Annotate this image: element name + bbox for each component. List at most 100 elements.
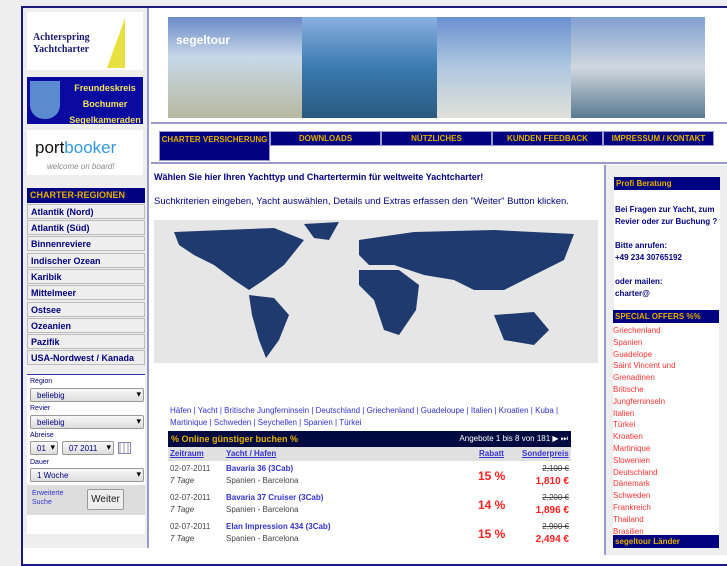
country-link[interactable]: Britische Jungferninseln: [224, 406, 309, 415]
region-link[interactable]: Ostsee: [27, 302, 145, 317]
region-link[interactable]: Atlantik (Nord): [27, 204, 145, 219]
special-offer-link[interactable]: Kroatien: [613, 431, 719, 443]
laender-title: segeltour Länder: [613, 535, 719, 548]
last-page-icon[interactable]: ⏭: [561, 434, 568, 443]
nav-nuetzliches[interactable]: NÜTZLICHES: [381, 131, 492, 146]
special-offer-link[interactable]: Frankreich: [613, 502, 719, 514]
table-row[interactable]: 02-07-2011 7 Tage Elan Impression 434 (3…: [168, 519, 571, 548]
row-yacht-link[interactable]: Elan Impression 434 (3Cab): [226, 522, 330, 531]
achterspring-logo[interactable]: Achterspring Yachtcharter: [27, 12, 143, 70]
content: Wählen Sie hier Ihren Yachttyp und Chart…: [154, 172, 600, 363]
region-link[interactable]: Binnenreviere: [27, 236, 145, 251]
special-offer-link[interactable]: Grenadinen: [613, 372, 719, 384]
world-map[interactable]: [154, 220, 598, 363]
region-link[interactable]: Ozeanien: [27, 318, 145, 333]
country-link[interactable]: Häfen: [170, 406, 191, 415]
portbooker-logo[interactable]: portbooker welcome on board!: [27, 130, 143, 175]
special-offer-link[interactable]: Deutschland: [613, 467, 719, 479]
nav-downloads[interactable]: DOWNLOADS: [270, 131, 381, 146]
special-offer-link[interactable]: Dänemark: [613, 478, 719, 490]
special-offer-link[interactable]: Thailand: [613, 514, 719, 526]
paging-text: Angebote 1 bis 8 von 181: [459, 434, 551, 443]
revier-select[interactable]: beliebig: [30, 415, 144, 429]
country-link[interactable]: Türkei: [339, 418, 361, 427]
region-link[interactable]: Indischer Ozean: [27, 253, 145, 268]
country-link[interactable]: Kuba: [535, 406, 554, 415]
country-link[interactable]: Spanien: [303, 418, 332, 427]
region-link[interactable]: Karibik: [27, 269, 145, 284]
region-label: Region: [30, 378, 53, 385]
day-select[interactable]: 01: [30, 441, 58, 455]
row-old-price: 2,200 €: [542, 493, 569, 502]
country-link[interactable]: Kroatien: [499, 406, 529, 415]
row-yacht-link[interactable]: Bavaria 37 Cruiser (3Cab): [226, 493, 323, 502]
freundeskreis-logo[interactable]: Freundeskreis Bochumer Segelkameraden: [27, 77, 143, 125]
col-zeitraum[interactable]: Zeitraum: [170, 449, 204, 458]
advanced-search-link[interactable]: Erweiterte Suche: [32, 489, 64, 507]
country-link[interactable]: Deutschland: [316, 406, 360, 415]
special-offer-link[interactable]: Slowenien: [613, 455, 719, 467]
dauer-label: Dauer: [30, 459, 50, 466]
row-price: 1,896 €: [535, 505, 569, 516]
region-link[interactable]: Mittelmeer: [27, 285, 145, 300]
dauer-select[interactable]: 1 Woche: [30, 468, 144, 482]
special-offer-link[interactable]: Guadelope: [613, 349, 719, 361]
special-offer-link[interactable]: Italien: [613, 408, 719, 420]
weiter-button[interactable]: Weiter: [87, 489, 124, 510]
offers-table-header: % Online günstiger buchen % Angebote 1 b…: [168, 431, 571, 447]
row-duration: 7 Tage: [170, 505, 195, 514]
country-link[interactable]: Guadeloupe: [421, 406, 465, 415]
special-offer-link[interactable]: Spanien: [613, 337, 719, 349]
special-offers-box: SPECIAL OFFERS %% Griechenland Spanien Gua…: [613, 310, 719, 540]
special-offer-link[interactable]: Türkei: [613, 419, 719, 431]
row-price: 2,494 €: [535, 534, 569, 545]
email-link[interactable]: charter@: [615, 288, 719, 300]
region-link[interactable]: USA-Nordwest / Kanada: [27, 350, 145, 365]
offers-table-title: % Online günstiger buchen %: [171, 434, 299, 444]
offers-table: % Online günstiger buchen % Angebote 1 b…: [168, 431, 571, 548]
table-row[interactable]: 02-07-2011 7 Tage Bavaria 36 (3Cab) Span…: [168, 461, 571, 490]
search-form: Region beliebig Revier beliebig Abreise …: [27, 374, 145, 534]
special-offer-link[interactable]: Griechenland: [613, 325, 719, 337]
row-port: Spanien - Barcelona: [226, 476, 299, 485]
country-link[interactable]: Martinique: [170, 418, 207, 427]
country-link[interactable]: Yacht: [198, 406, 218, 415]
col-rabatt[interactable]: Rabatt: [479, 449, 504, 458]
country-link[interactable]: Griechenland: [367, 406, 415, 415]
col-sonderpreis[interactable]: Sonderpreis: [522, 449, 569, 458]
special-offer-link[interactable]: Schweden: [613, 490, 719, 502]
nav-charter-versicherung[interactable]: CHARTER VERSICHERUNG: [159, 131, 270, 161]
special-offer-link[interactable]: Martinique: [613, 443, 719, 455]
nav-impressum-kontakt[interactable]: IMPRESSUM / KONTAKT: [603, 131, 714, 146]
special-offer-link[interactable]: Jungferninseln: [613, 396, 719, 408]
next-page-icon[interactable]: ▶: [552, 434, 558, 443]
region-select[interactable]: beliebig: [30, 388, 144, 402]
month-select[interactable]: 07 2011: [62, 441, 114, 455]
col-yacht[interactable]: Yacht / Hafen: [226, 449, 276, 458]
table-row[interactable]: 02-07-2011 7 Tage Bavaria 37 Cruiser (3C…: [168, 490, 571, 519]
top-nav: CHARTER VERSICHERUNG DOWNLOADS NÜTZLICHE…: [151, 122, 727, 164]
charter-regionen-heading: CHARTER-REGIONEN: [27, 188, 145, 203]
beratung-box: Profi Beratung Bei Fragen zur Yacht, zum…: [614, 177, 720, 310]
calendar-icon[interactable]: [118, 442, 131, 454]
special-offer-link[interactable]: Saint Vincent und: [613, 360, 719, 372]
row-discount: 14 %: [478, 498, 506, 512]
row-yacht-link[interactable]: Bavaria 36 (3Cab): [226, 464, 293, 473]
row-date: 02-07-2011: [170, 464, 211, 473]
country-link[interactable]: Schweden: [214, 418, 251, 427]
nav-kunden-feedback[interactable]: KUNDEN FEEDBACK: [492, 131, 603, 146]
country-link[interactable]: Italien: [471, 406, 492, 415]
country-links: Häfen | Yacht | Britische Jungferninseln…: [170, 405, 570, 429]
row-date: 02-07-2011: [170, 493, 211, 502]
row-old-price: 2,100 €: [542, 464, 569, 473]
mail-label: oder mailen:: [615, 277, 663, 286]
special-offer-link[interactable]: Britische: [613, 384, 719, 396]
region-link[interactable]: Pazifik: [27, 334, 145, 349]
region-link[interactable]: Atlantik (Süd): [27, 220, 145, 235]
row-discount: 15 %: [478, 469, 506, 483]
banner-brand: segeltour: [176, 33, 231, 47]
offers-columns: Zeitraum Yacht / Hafen Rabatt Sonderprei…: [168, 447, 571, 461]
country-link[interactable]: Seychellen: [258, 418, 297, 427]
row-date: 02-07-2011: [170, 522, 211, 531]
row-price: 1,810 €: [535, 476, 569, 487]
